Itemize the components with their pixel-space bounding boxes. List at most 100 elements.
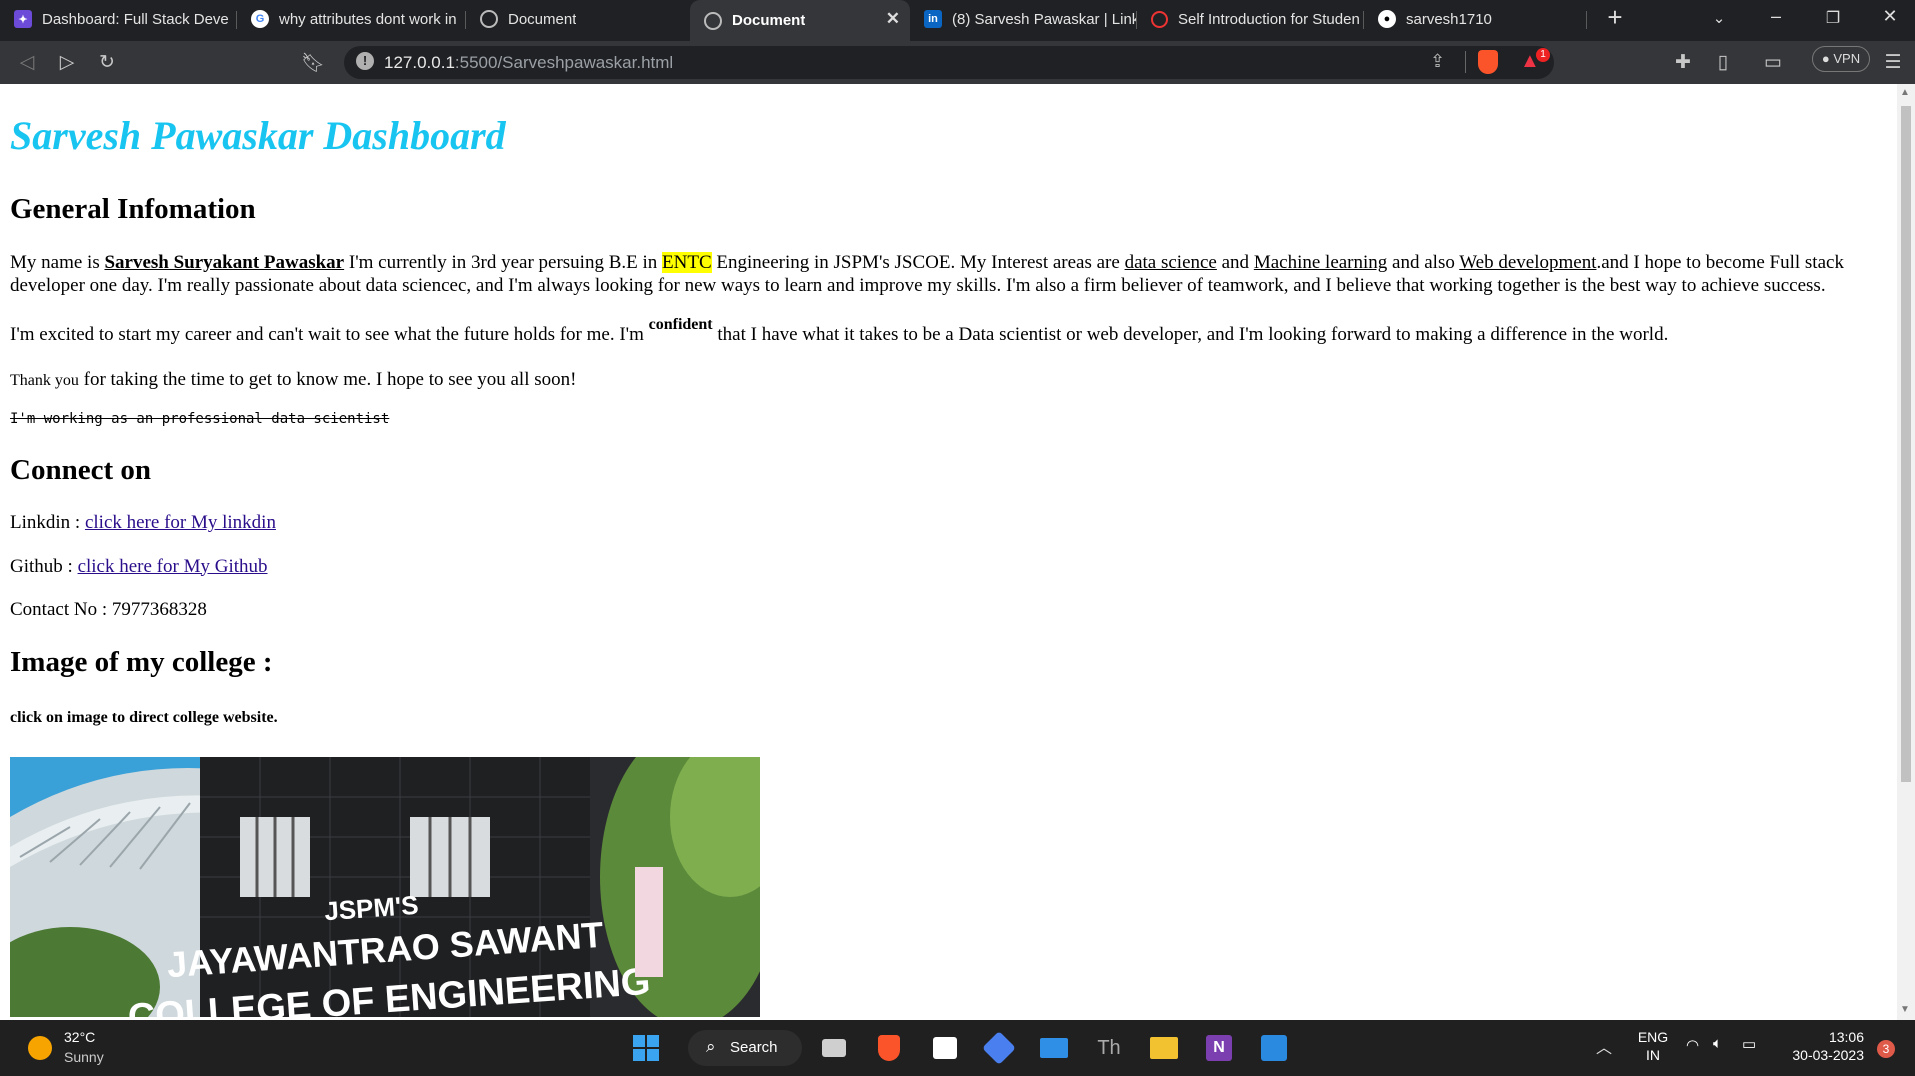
tab-dashboard[interactable]: ✦ Dashboard: Full Stack Deve	[0, 0, 236, 38]
language-indicator[interactable]: ENG IN	[1633, 1029, 1673, 1063]
linkedin-link[interactable]: click here for My linkdin	[85, 512, 276, 533]
menu-icon[interactable]: ☰	[1880, 51, 1906, 74]
tab-label: sarvesh1710	[1406, 10, 1492, 28]
interest-web-development: Web development	[1459, 251, 1597, 273]
connect-heading: Connect on	[10, 453, 151, 486]
lang-bottom: IN	[1646, 1047, 1660, 1063]
vpn-button[interactable]: ● VPN	[1812, 46, 1870, 72]
clock[interactable]: 13:06 30-03-2023	[1776, 1029, 1864, 1063]
github-link[interactable]: click here for My Github	[78, 556, 268, 577]
reload-icon[interactable]: ↻	[94, 51, 120, 74]
tab-label: (8) Sarvesh Pawaskar | Linke	[952, 10, 1136, 28]
tab-label: Document	[508, 10, 577, 28]
thanks-paragraph: Thank you for taking the time to get to …	[10, 368, 1887, 391]
tab-label: Self Introduction for Studen	[1178, 10, 1360, 28]
career-text: I'm excited to start my career and can't…	[10, 324, 649, 346]
scroll-down-icon[interactable]: ▼	[1900, 1004, 1910, 1015]
tab-search-chevron-icon[interactable]: ⌄	[1704, 9, 1734, 27]
page-body: Sarvesh Pawaskar Dashboard General Infom…	[0, 112, 1897, 1018]
task-view-icon[interactable]	[818, 1032, 850, 1064]
lang-top: ENG	[1637, 1029, 1669, 1045]
thank-you-small: Thank you	[10, 372, 79, 390]
vpn-label: VPN	[1833, 51, 1861, 66]
notification-badge[interactable]: 3	[1877, 1040, 1895, 1058]
intro-text: I'm currently in 3rd year persuing B.E i…	[344, 251, 663, 273]
tab-label: why attributes dont work in	[279, 10, 457, 28]
tab-github[interactable]: ● sarvesh1710	[1364, 0, 1586, 38]
browser-toolbar: ◁ ▷ ↻ 🔖︎ ! 127.0.0.1:5500/Sarveshpawaska…	[0, 41, 1915, 84]
tab-document-active[interactable]: Document ✕	[690, 0, 910, 41]
intro-text: Engineering in JSPM's JSCOE. My Interest…	[711, 251, 1125, 273]
mail-icon[interactable]	[1038, 1032, 1070, 1064]
microsoft-store-icon[interactable]	[929, 1032, 961, 1064]
battery-icon[interactable]: ▭	[1742, 1035, 1756, 1053]
sidebar-icon[interactable]: ▯	[1710, 51, 1736, 74]
window-close-button[interactable]: ✕	[1875, 6, 1905, 27]
linkedin-label: Linkdin :	[10, 512, 85, 534]
college-image-link[interactable]: JSPM'S JAYAWANTRAO SAWANT COLLEGE OF ENG…	[10, 757, 760, 1018]
back-icon[interactable]: ◁	[14, 51, 40, 74]
extensions-icon[interactable]: ✚	[1670, 51, 1696, 74]
scrollbar-thumb[interactable]	[1901, 106, 1911, 782]
vscode-icon[interactable]	[1258, 1032, 1290, 1064]
linkedin-row: Linkdin : click here for My linkdin	[10, 511, 1887, 534]
close-icon[interactable]: ✕	[886, 9, 900, 29]
college-photo: JSPM'S JAYAWANTRAO SAWANT COLLEGE OF ENG…	[10, 757, 760, 1018]
new-tab-button[interactable]: +	[1600, 2, 1630, 33]
forward-icon[interactable]: ▷	[54, 51, 80, 74]
contact-label: Contact No :	[10, 598, 112, 620]
url-host: 127.0.0.1	[384, 53, 455, 72]
font-app-icon[interactable]: Th	[1093, 1032, 1125, 1064]
sun-weather-icon[interactable]	[28, 1036, 52, 1060]
search-label: Search	[730, 1039, 778, 1056]
tab-self-introduction[interactable]: Self Introduction for Studen	[1137, 0, 1363, 38]
brave-browser-icon[interactable]	[873, 1032, 905, 1064]
full-name: Sarvesh Suryakant Pawaskar	[104, 251, 345, 273]
tab-label: Dashboard: Full Stack Deve	[42, 10, 229, 28]
bookmark-icon[interactable]: 🔖︎	[300, 51, 326, 75]
file-explorer-icon[interactable]	[1148, 1032, 1180, 1064]
intro-text: and also	[1387, 251, 1460, 273]
taskbar-search[interactable]: ⌕ Search	[688, 1030, 802, 1066]
vpn-dot-icon: ●	[1821, 51, 1834, 66]
windows-taskbar: 32°C Sunny ⌕ Search Th N ︿ ENG IN ◠ 🔈︎ ▭…	[0, 1020, 1915, 1076]
wifi-icon[interactable]: ◠	[1686, 1036, 1699, 1054]
bing-chat-icon[interactable]	[982, 1031, 1016, 1065]
share-icon[interactable]: ⇪	[1430, 51, 1445, 72]
page-title: Sarvesh Pawaskar Dashboard	[10, 113, 506, 158]
browser-tab-strip: ✦ Dashboard: Full Stack Deve G why attri…	[0, 0, 1915, 41]
volume-icon[interactable]: 🔈︎	[1713, 1035, 1722, 1052]
clock-time: 13:06	[1828, 1029, 1864, 1045]
clock-date: 30-03-2023	[1792, 1047, 1864, 1063]
intro-paragraph: My name is Sarvesh Suryakant Pawaskar I'…	[10, 251, 1887, 297]
intro-text: and	[1216, 251, 1254, 273]
minimize-button[interactable]: –	[1761, 6, 1791, 27]
app-icon: ✦	[14, 10, 32, 28]
restore-button[interactable]: ❐	[1818, 8, 1848, 28]
globe-icon	[704, 11, 722, 30]
omnibox-divider	[1465, 51, 1466, 73]
tab-separator	[1586, 11, 1587, 29]
weather-temp[interactable]: 32°C	[64, 1029, 95, 1045]
brave-shield-icon[interactable]	[1478, 50, 1498, 74]
url-path: :5500/Sarveshpawaskar.html	[454, 53, 674, 72]
url-text[interactable]: 127.0.0.1:5500/Sarveshpawaskar.html	[384, 53, 673, 73]
thanks-text: for taking the time to get to know me. I…	[78, 369, 577, 391]
tab-document[interactable]: Document	[466, 0, 690, 38]
page-viewport: Sarvesh Pawaskar Dashboard General Infom…	[0, 84, 1897, 1020]
tab-label: Document	[732, 12, 806, 29]
linkedin-icon: in	[924, 10, 942, 28]
google-icon: G	[251, 10, 269, 28]
info-icon[interactable]: !	[356, 52, 374, 70]
career-paragraph: I'm excited to start my career and can't…	[10, 316, 1887, 346]
tab-linkedin[interactable]: in (8) Sarvesh Pawaskar | Linke	[910, 0, 1136, 38]
windows-start-icon[interactable]	[630, 1032, 662, 1064]
weather-desc[interactable]: Sunny	[64, 1049, 104, 1065]
address-bar[interactable]: ! 127.0.0.1:5500/Sarveshpawaskar.html ⇪ …	[344, 46, 1554, 79]
tab-google-search[interactable]: G why attributes dont work in	[237, 0, 465, 38]
show-hidden-icons-chevron-icon[interactable]: ︿	[1596, 1034, 1612, 1058]
page-scrollbar[interactable]: ▲ ▼	[1897, 84, 1915, 1020]
scroll-up-icon[interactable]: ▲	[1900, 87, 1910, 98]
wallet-icon[interactable]: ▭	[1760, 51, 1786, 74]
onenote-icon[interactable]: N	[1203, 1032, 1235, 1064]
